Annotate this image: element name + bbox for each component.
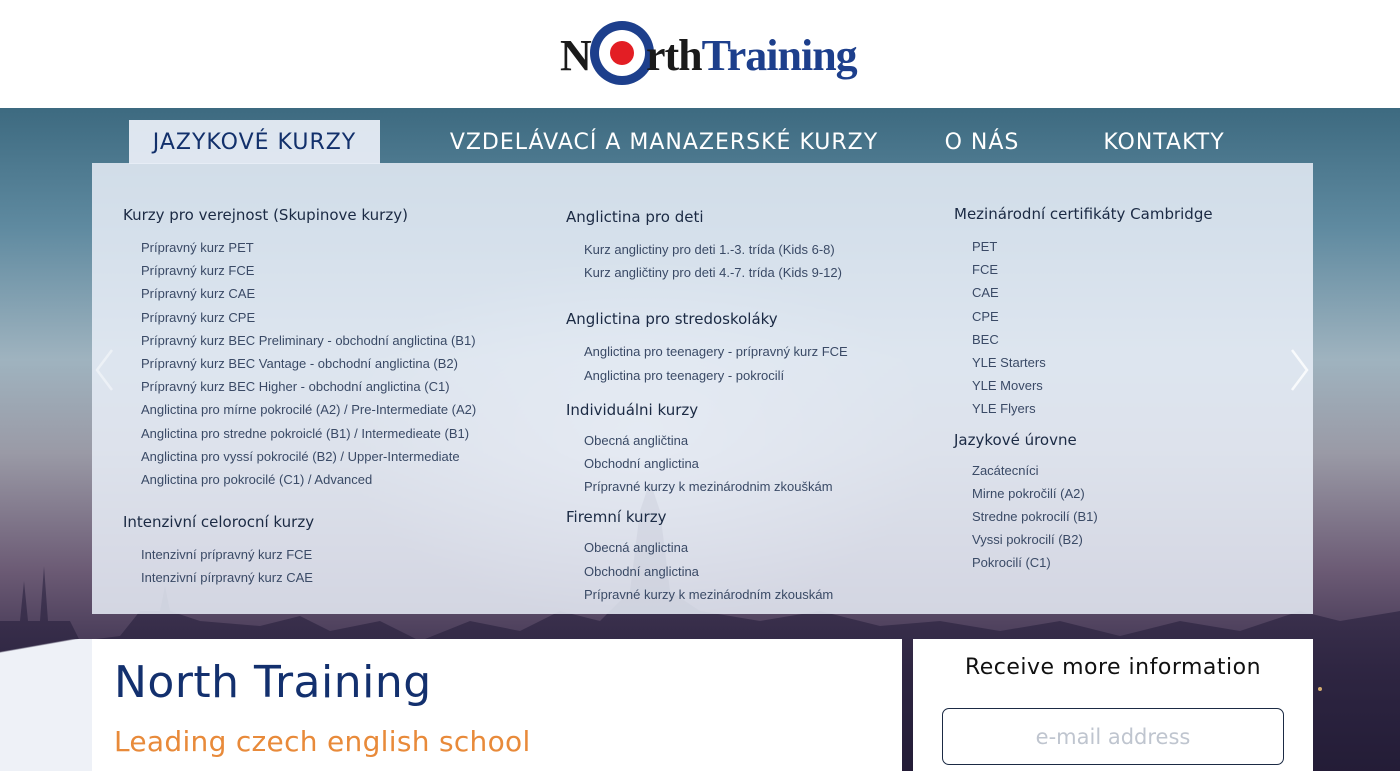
- nav-kontakty[interactable]: KONTAKTY: [1084, 120, 1244, 164]
- menu-link[interactable]: Mirne pokročilí (A2): [954, 482, 1213, 505]
- northtraining-logo[interactable]: N rthTraining: [560, 18, 858, 90]
- menu-link[interactable]: Prípravný kurz BEC Preliminary - obchodn…: [123, 329, 476, 352]
- hero-banner: JAZYKOVÉ KURZY VZDELÁVACÍ A MANAZERSKÉ K…: [0, 108, 1400, 771]
- logo-text-rth: rth: [646, 31, 703, 80]
- menu-group-title: Anglictina pro stredoskoláky: [566, 310, 778, 329]
- nav-o-nas[interactable]: O NÁS: [932, 120, 1032, 164]
- slider-prev-arrow-icon[interactable]: [94, 348, 114, 392]
- menu-link[interactable]: Obecná angličtina: [566, 429, 848, 452]
- menu-group-title: Jazykové úrovne: [954, 430, 1077, 449]
- menu-column-3: Mezinárodní certifikáty Cambridge PET FC…: [954, 205, 1213, 574]
- decorative-corner: [0, 639, 92, 771]
- menu-link[interactable]: Prípravné kurzy k mezinárodním zkouskám: [566, 583, 848, 606]
- mega-menu-dropdown: Kurzy pro verejnost (Skupinove kurzy) Pr…: [92, 163, 1313, 614]
- menu-link[interactable]: Anglictina pro stredne pokroiclé (B1) / …: [123, 422, 476, 445]
- menu-link[interactable]: Anglictina pro vyssí pokrocilé (B2) / Up…: [123, 445, 476, 468]
- menu-group-title: Mezinárodní certifikáty Cambridge: [954, 205, 1213, 223]
- menu-link[interactable]: Prípravný kurz BEC Vantage - obchodní an…: [123, 352, 476, 375]
- menu-link[interactable]: Prípravný kurz PET: [123, 236, 476, 259]
- newsletter-signup: Receive more information: [913, 639, 1313, 771]
- email-field[interactable]: [942, 708, 1284, 765]
- menu-group-title: Anglictina pro deti: [566, 208, 704, 226]
- slider-next-arrow-icon[interactable]: [1290, 348, 1310, 392]
- menu-column-2: Anglictina pro deti Kurz anglictiny pro …: [566, 208, 848, 606]
- menu-column-1: Kurzy pro verejnost (Skupinove kurzy) Pr…: [123, 206, 476, 589]
- menu-group-links: Obecná anglictina Obchodní anglictina Pr…: [566, 536, 848, 606]
- menu-link[interactable]: Kurz angličtiny pro deti 4.-7. trída (Ki…: [566, 261, 848, 284]
- menu-group-links: PET FCE CAE CPE BEC YLE Starters YLE Mov…: [954, 235, 1213, 421]
- menu-group-links: Obecná angličtina Obchodní anglictina Pr…: [566, 429, 848, 499]
- menu-group-title: Kurzy pro verejnost (Skupinove kurzy): [123, 206, 408, 224]
- menu-group-title: Intenzivní celorocní kurzy: [123, 513, 315, 532]
- menu-link[interactable]: Obchodní anglictina: [566, 452, 848, 475]
- nav-vzdelavaci-kurzy[interactable]: VZDELÁVACÍ A MANAZERSKÉ KURZY: [420, 120, 908, 164]
- menu-link[interactable]: Zacátecníci: [954, 459, 1213, 482]
- menu-link[interactable]: YLE Movers: [954, 374, 1213, 397]
- menu-link[interactable]: Prípravný kurz FCE: [123, 259, 476, 282]
- menu-group-title: Individuálni kurzy: [566, 400, 699, 419]
- menu-group-title: Firemní kurzy: [566, 508, 667, 527]
- menu-link[interactable]: PET: [954, 235, 1213, 258]
- menu-link[interactable]: Prípravný kurz CPE: [123, 306, 476, 329]
- menu-group-links: Prípravný kurz PET Prípravný kurz FCE Pr…: [123, 236, 476, 491]
- menu-link[interactable]: Obchodní anglictina: [566, 560, 848, 583]
- page-title: North Training: [114, 657, 432, 708]
- menu-link[interactable]: Prípravné kurzy k mezinárodnim zkouškám: [566, 475, 848, 498]
- menu-link[interactable]: Kurz anglictiny pro deti 1.-3. trída (Ki…: [566, 238, 848, 261]
- menu-link[interactable]: FCE: [954, 258, 1213, 281]
- menu-group-links: Intenzivní prípravný kurz FCE Intenzivní…: [123, 543, 476, 589]
- menu-link[interactable]: Prípravný kurz BEC Higher - obchodní ang…: [123, 375, 476, 398]
- menu-link[interactable]: Stredne pokrocilí (B1): [954, 505, 1213, 528]
- menu-group-links: Anglictina pro teenagery - prípravný kur…: [566, 340, 848, 386]
- logo-text-training: Training: [701, 31, 858, 80]
- site-header: N rthTraining: [0, 0, 1400, 108]
- menu-group-links: Zacátecníci Mirne pokročilí (A2) Stredne…: [954, 459, 1213, 575]
- menu-link[interactable]: BEC: [954, 328, 1213, 351]
- menu-link[interactable]: Intenzivní pírpravný kurz CAE: [123, 566, 476, 589]
- menu-link[interactable]: CAE: [954, 281, 1213, 304]
- intro-card: North Training Leading czech english sch…: [92, 639, 902, 771]
- menu-link[interactable]: Intenzivní prípravný kurz FCE: [123, 543, 476, 566]
- page-subtitle: Leading czech english school: [114, 725, 531, 758]
- menu-link[interactable]: Anglictina pro mírne pokrocilé (A2) / Pr…: [123, 398, 476, 421]
- menu-link[interactable]: Anglictina pro pokrocilé (C1) / Advanced: [123, 468, 476, 491]
- logo-text: rthTraining: [646, 30, 858, 81]
- menu-group-links: Kurz anglictiny pro deti 1.-3. trída (Ki…: [566, 238, 848, 284]
- menu-link[interactable]: CPE: [954, 305, 1213, 328]
- menu-link[interactable]: Vyssi pokrocilí (B2): [954, 528, 1213, 551]
- main-navigation: JAZYKOVÉ KURZY VZDELÁVACÍ A MANAZERSKÉ K…: [0, 108, 1400, 164]
- menu-link[interactable]: Obecná anglictina: [566, 536, 848, 559]
- nav-jazykove-kurzy[interactable]: JAZYKOVÉ KURZY: [129, 120, 380, 164]
- menu-link[interactable]: Pokrocilí (C1): [954, 551, 1213, 574]
- menu-link[interactable]: Anglictina pro teenagery - prípravný kur…: [566, 340, 848, 363]
- signup-title: Receive more information: [964, 655, 1262, 680]
- logo-letter-n: N: [560, 31, 592, 80]
- menu-link[interactable]: Prípravný kurz CAE: [123, 282, 476, 305]
- menu-link[interactable]: Anglictina pro teenagery - pokrocilí: [566, 364, 848, 387]
- menu-link[interactable]: YLE Flyers: [954, 397, 1213, 420]
- menu-link[interactable]: YLE Starters: [954, 351, 1213, 374]
